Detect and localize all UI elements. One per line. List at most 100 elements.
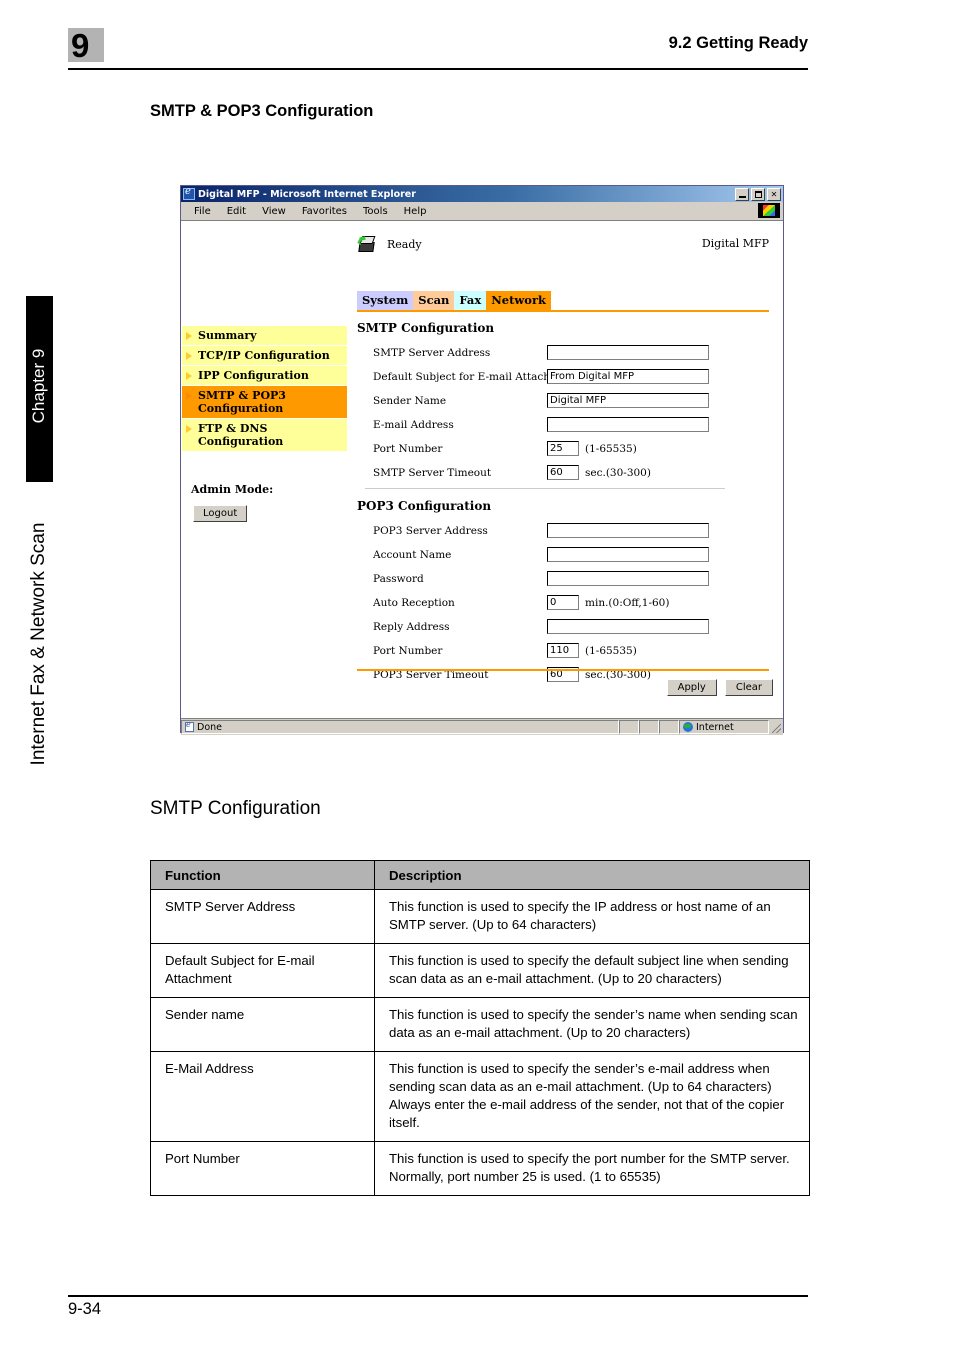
pop3-section-title: POP3 Configuration [357,499,492,513]
resize-grip[interactable] [769,720,783,734]
cell-description: This function is used to specify the IP … [374,889,810,944]
page-header: 9 9.2 Getting Ready [68,27,808,72]
status-pane-1 [619,720,639,734]
cell-function: Default Subject for E-mail Attachment [150,943,375,998]
apply-button[interactable]: Apply [666,679,717,696]
sidebar-item-smtp-pop3-configuration[interactable]: SMTP & POP3 Configuration [182,386,347,419]
form-row: SMTP Server Address [357,344,769,361]
security-zone-label: Internet [696,721,734,733]
device-status: Ready [357,235,422,253]
margin-chapter-tab: Chapter 9 [26,296,53,482]
form-row: Port Number 25 (1-65535) [357,440,769,457]
menu-item-tools[interactable]: Tools [355,206,396,217]
printer-icon [357,235,377,253]
security-zone-pane: Internet [679,720,769,734]
smtp-server-address-input[interactable] [547,345,709,360]
nav-tabs: System Scan Fax Network [357,291,551,310]
bullet-arrow-icon [186,332,192,340]
reply-address-input[interactable] [547,619,709,634]
table-row: E-Mail Address This function is used to … [150,1051,810,1142]
bullet-arrow-icon [186,352,192,360]
status-message: Done [197,721,222,733]
document-icon [185,721,194,732]
footer-divider [68,1295,808,1297]
pop3-server-address-input[interactable] [547,523,709,538]
windows-logo-icon [758,203,780,218]
form-row: Password [357,570,769,587]
pop3-port-number-input[interactable]: 110 [547,643,579,658]
column-header-description: Description [374,860,810,890]
logout-button[interactable]: Logout [193,505,248,522]
reply-address-label: Reply Address [373,620,450,633]
smtp-port-number-input[interactable]: 25 [547,441,579,456]
admin-mode-label: Admin Mode: [191,483,274,496]
table-header-row: Function Description [150,860,810,890]
menu-item-help[interactable]: Help [396,206,435,217]
pop3-port-number-range: (1-65535) [585,644,637,657]
email-address-label: E-mail Address [373,418,454,431]
sidebar-item-label: FTP & DNS Configuration [198,422,284,448]
smtp-server-timeout-input[interactable]: 60 [547,465,579,480]
smtp-port-number-range: (1-65535) [585,442,637,455]
sidebar-item-ipp-configuration[interactable]: IPP Configuration [182,366,347,386]
browser-status-bar: Done Internet [181,719,783,735]
form-row: Default Subject for E-mail Attachment Fr… [357,368,769,385]
sidebar-item-label: TCP/IP Configuration [198,349,330,362]
cell-description: This function is used to specify the sen… [374,997,810,1052]
browser-title-bar: Digital MFP - Microsoft Internet Explore… [181,186,783,202]
menu-item-edit[interactable]: Edit [219,206,254,217]
password-label: Password [373,572,424,585]
cell-function: SMTP Server Address [150,889,375,944]
password-input[interactable] [547,571,709,586]
maximize-icon[interactable] [751,187,765,201]
sidebar-item-ftp-dns-configuration[interactable]: FTP & DNS Configuration [182,419,347,452]
margin-subject-label: Internet Fax & Network Scan [28,522,49,766]
browser-title: Digital MFP - Microsoft Internet Explore… [198,188,416,200]
clear-button[interactable]: Clear [724,679,773,696]
sidebar-item-summary[interactable]: Summary [182,326,347,346]
smtp-server-timeout-range: sec.(30-300) [585,466,651,479]
default-subject-input[interactable]: From Digital MFP [547,369,709,384]
auto-reception-input[interactable]: 0 [547,595,579,610]
footer-page-number: 9-34 [68,1300,102,1318]
menu-item-file[interactable]: File [186,206,219,217]
tab-scan[interactable]: Scan [413,291,455,310]
account-name-input[interactable] [547,547,709,562]
menu-item-view[interactable]: View [254,206,294,217]
sidebar-item-label: IPP Configuration [198,369,309,382]
pop3-port-number-label: Port Number [373,644,443,657]
tab-underline [357,310,769,312]
form-row: SMTP Server Timeout 60 sec.(30-300) [357,464,769,481]
sidebar-item-label: SMTP & POP3 Configuration [198,389,286,415]
sender-name-label: Sender Name [373,394,447,407]
chapter-number: 9 [71,27,89,64]
menu-item-favorites[interactable]: Favorites [294,206,355,217]
sidebar-item-tcpip-configuration[interactable]: TCP/IP Configuration [182,346,347,366]
form-divider [365,488,725,489]
bullet-arrow-icon [186,425,192,433]
tab-fax[interactable]: Fax [454,291,487,310]
browser-menu-bar: File Edit View Favorites Tools Help [181,202,783,221]
close-icon[interactable]: ✕ [767,187,781,201]
cell-description: This function is used to specify the sen… [374,1051,810,1142]
internet-explorer-icon [183,186,195,200]
sender-name-input[interactable]: Digital MFP [547,393,709,408]
browser-window-screenshot: Digital MFP - Microsoft Internet Explore… [180,185,784,735]
tab-system[interactable]: System [357,291,414,310]
bullet-arrow-icon [186,372,192,380]
margin-subject-tab: Internet Fax & Network Scan [26,496,53,796]
bullet-arrow-icon [186,392,192,400]
smtp-section-title: SMTP Configuration [357,321,495,335]
header-divider [68,68,808,70]
tab-network[interactable]: Network [486,291,551,310]
smtp-server-address-label: SMTP Server Address [373,346,491,359]
status-pane-2 [639,720,659,734]
form-row: Reply Address [357,618,769,635]
table-row: Port Number This function is used to spe… [150,1141,810,1196]
minimize-icon[interactable] [735,187,749,201]
window-controls: ✕ [735,187,781,201]
smtp-port-number-label: Port Number [373,442,443,455]
webpage-content: Ready Digital MFP System Scan Fax Networ… [181,221,783,719]
email-address-input[interactable] [547,417,709,432]
margin-chapter-label: Chapter 9 [29,348,48,424]
